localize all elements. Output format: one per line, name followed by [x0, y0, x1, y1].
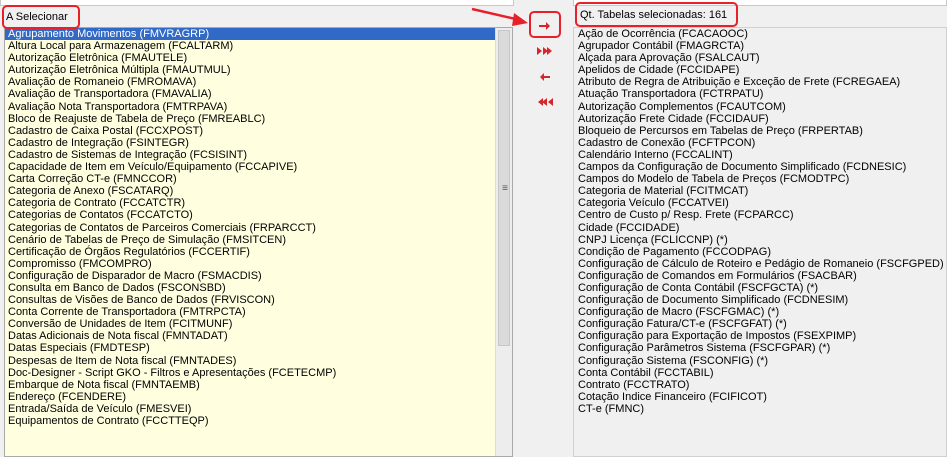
- list-item[interactable]: Configuração de Comandos em Formulários …: [574, 270, 946, 282]
- list-item[interactable]: Datas Especiais (FMDTESP): [5, 342, 496, 354]
- list-item[interactable]: Cadastro de Caixa Postal (FCCXPOST): [5, 125, 496, 137]
- list-item[interactable]: Cadastro de Conexão (FCFTPCON): [574, 137, 946, 149]
- list-item[interactable]: Cenário de Tabelas de Preço de Simulação…: [5, 234, 496, 246]
- list-item[interactable]: Endereço (FCENDERE): [5, 391, 496, 403]
- list-item[interactable]: Avaliação Nota Transportadora (FMTRPAVA): [5, 101, 496, 113]
- list-item[interactable]: Configuração para Exportação de Impostos…: [574, 330, 946, 342]
- list-item[interactable]: Entrada/Saída de Veículo (FMESVEI): [5, 403, 496, 415]
- list-item[interactable]: Apelidos de Cidade (FCCIDAPE): [574, 64, 946, 76]
- list-item[interactable]: Cotação Indice Financeiro (FCIFICOT): [574, 391, 946, 403]
- list-item[interactable]: Categoria de Anexo (FSCATARQ): [5, 185, 496, 197]
- list-item[interactable]: Autorização Eletrônica Múltipla (FMAUTMU…: [5, 64, 496, 76]
- list-item[interactable]: Consulta em Banco de Dados (FSCONSBD): [5, 282, 496, 294]
- list-item[interactable]: Equipamentos de Contrato (FCCTTEQP): [5, 415, 496, 427]
- list-item[interactable]: Doc-Designer - Script GKO - Filtros e Ap…: [5, 367, 496, 379]
- list-item[interactable]: Calendário Interno (FCCALINT): [574, 149, 946, 161]
- list-item[interactable]: Centro de Custo p/ Resp. Frete (FCPARCC): [574, 209, 946, 221]
- list-item[interactable]: Atributo de Regra de Atribuição e Exceçã…: [574, 76, 946, 88]
- transfer-buttons: [520, 9, 568, 457]
- list-item[interactable]: Configuração de Conta Contábil (FSCFGCTA…: [574, 282, 946, 294]
- list-item[interactable]: Configuração Parâmetros Sistema (FSCFGPA…: [574, 342, 946, 354]
- selected-items[interactable]: Ação de Ocorrência (FCACAOOC) Agrupador C…: [574, 28, 946, 415]
- grip-icon: ≡: [502, 183, 508, 194]
- list-item[interactable]: Bloqueio de Percursos em Tabelas de Preç…: [574, 125, 946, 137]
- list-item[interactable]: Configuração de Disparador de Macro (FSM…: [5, 270, 496, 282]
- top-strip: [0, 0, 947, 6]
- list-item[interactable]: Configuração de Macro (FSCFGMAC) (*): [574, 306, 946, 318]
- list-item[interactable]: Configuração de Documento Simplificado (…: [574, 294, 946, 306]
- list-item[interactable]: Datas Adicionais de Nota fiscal (FMNTADA…: [5, 330, 496, 342]
- list-item[interactable]: Consultas de Visões de Banco de Dados (F…: [5, 294, 496, 306]
- selected-tables-list[interactable]: Ação de Ocorrência (FCACAOOC) Agrupador C…: [573, 27, 947, 457]
- move-all-left-button[interactable]: [533, 91, 557, 113]
- list-item[interactable]: Autorização Eletrônica (FMAUTELE): [5, 52, 496, 64]
- list-item[interactable]: Configuração Fatura/CT-e (FSCFGFAT) (*): [574, 318, 946, 330]
- list-item[interactable]: Certificação de Órgãos Regulatórios (FCC…: [5, 246, 496, 258]
- list-item[interactable]: Categorias de Contatos de Parceiros Come…: [5, 222, 496, 234]
- list-item[interactable]: CNPJ Licença (FCLICCNP) (*): [574, 234, 946, 246]
- right-panel-title: Qt. Tabelas selecionadas: 161: [580, 9, 728, 21]
- list-item[interactable]: Ação de Ocorrência (FCACAOOC): [574, 28, 946, 40]
- list-item[interactable]: Despesas de Item de Nota fiscal (FMNTADE…: [5, 355, 496, 367]
- move-one-right-button[interactable]: [533, 15, 557, 37]
- list-item[interactable]: Compromisso (FMCOMPRO): [5, 258, 496, 270]
- list-item[interactable]: Agrupador Contábil (FMAGRCTA): [574, 40, 946, 52]
- list-item[interactable]: Autorização Complementos (FCAUTCOM): [574, 101, 946, 113]
- list-item[interactable]: Configuração de Cálculo de Roteiro e Ped…: [574, 258, 946, 270]
- list-item[interactable]: Avaliação de Transportadora (FMAVALIA): [5, 88, 496, 100]
- list-item[interactable]: Embarque de Nota fiscal (FMNTAEMB): [5, 379, 496, 391]
- list-item[interactable]: Atuação Transportadora (FCTRPATU): [574, 88, 946, 100]
- double-arrow-left-icon: [538, 98, 553, 106]
- list-item[interactable]: Condição de Pagamento (FCCODPAG): [574, 246, 946, 258]
- list-item[interactable]: Autorização Frete Cidade (FCCIDAUF): [574, 113, 946, 125]
- available-items[interactable]: Agrupamento Movimentos (FMVRAGRP) Altura …: [5, 28, 496, 427]
- list-item[interactable]: Contrato (FCCTRATO): [574, 379, 946, 391]
- list-item[interactable]: Categorias de Contatos (FCCATCTO): [5, 209, 496, 221]
- list-item[interactable]: Conta Contábil (FCCTABIL): [574, 367, 946, 379]
- double-arrow-right-icon: [537, 47, 552, 55]
- move-all-right-button[interactable]: [533, 40, 557, 62]
- left-panel-title: A Selecionar: [6, 11, 68, 23]
- list-item[interactable]: Agrupamento Movimentos (FMVRAGRP): [5, 28, 496, 41]
- list-item[interactable]: Cadastro de Integração (FSINTEGR): [5, 137, 496, 149]
- left-top-edit: [0, 0, 514, 6]
- list-item[interactable]: Conversão de Unidades de Item (FCITMUNF): [5, 318, 496, 330]
- list-item[interactable]: Conta Corrente de Transportadora (FMTRPC…: [5, 306, 496, 318]
- left-list-scrollbar[interactable]: ≡: [495, 28, 512, 456]
- list-item[interactable]: Carta Correção CT-e (FMNCCOR): [5, 173, 496, 185]
- move-one-left-button[interactable]: [533, 66, 557, 88]
- list-item[interactable]: Alçada para Aprovação (FSALCAUT): [574, 52, 946, 64]
- list-item[interactable]: Altura Local para Armazenagem (FCALTARM): [5, 40, 496, 52]
- list-item[interactable]: Categoria de Material (FCITMCAT): [574, 185, 946, 197]
- list-item[interactable]: Categoria Veículo (FCCATVEI): [574, 197, 946, 209]
- list-item[interactable]: CT-e (FMNC): [574, 403, 946, 415]
- list-item[interactable]: Capacidade de Item em Veículo/Equipament…: [5, 161, 496, 173]
- arrow-right-icon: [539, 22, 550, 30]
- list-item[interactable]: Campos do Modelo de Tabela de Preços (FC…: [574, 173, 946, 185]
- list-item[interactable]: Cadastro de Sistemas de Integração (FCSI…: [5, 149, 496, 161]
- list-item[interactable]: Bloco de Reajuste de Tabela de Preço (FM…: [5, 113, 496, 125]
- arrow-left-icon: [540, 73, 550, 81]
- list-item[interactable]: Avaliação de Romaneio (FMROMAVA): [5, 76, 496, 88]
- list-item[interactable]: Categoria de Contrato (FCCATCTR): [5, 197, 496, 209]
- available-tables-list[interactable]: Agrupamento Movimentos (FMVRAGRP) Altura …: [4, 27, 513, 457]
- list-item[interactable]: Campos da Configuração de Documento Simp…: [574, 161, 946, 173]
- list-item[interactable]: Cidade (FCCIDADE): [574, 222, 946, 234]
- scrollbar-thumb[interactable]: ≡: [498, 30, 510, 346]
- list-item[interactable]: Configuração Sistema (FSCONFIG) (*): [574, 355, 946, 367]
